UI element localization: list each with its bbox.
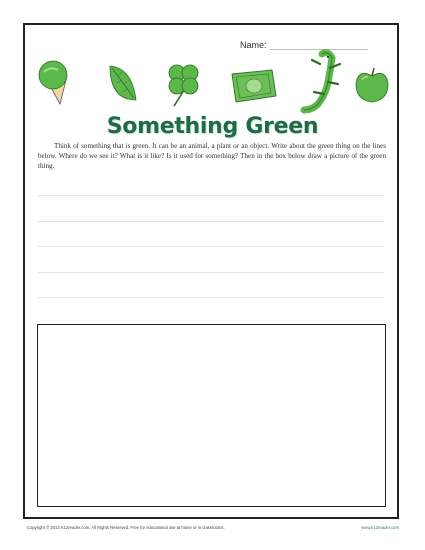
writing-line[interactable] — [38, 297, 384, 299]
drawing-box[interactable] — [37, 324, 386, 507]
ice-cream-icon — [38, 60, 68, 106]
apple-icon — [355, 67, 389, 103]
instructions-text: Think of something that is green. It can… — [38, 142, 386, 170]
footer: Copyright © 2013 K12reader.com. All Righ… — [27, 525, 399, 530]
writing-line[interactable] — [38, 271, 384, 273]
site-url[interactable]: www.k12reader.com — [361, 525, 399, 530]
leaf-icon — [109, 65, 137, 101]
writing-line[interactable] — [38, 220, 384, 222]
lizard-icon — [300, 49, 342, 114]
writing-line[interactable] — [38, 246, 384, 248]
copyright-text: Copyright © 2013 K12reader.com. All Righ… — [27, 525, 225, 530]
clover-icon — [168, 64, 199, 107]
writing-line[interactable] — [38, 195, 384, 196]
icon-row — [38, 49, 389, 114]
dollar-bill-icon — [231, 69, 277, 103]
writing-lines — [38, 195, 384, 323]
worksheet-title: Something Green — [106, 114, 319, 139]
